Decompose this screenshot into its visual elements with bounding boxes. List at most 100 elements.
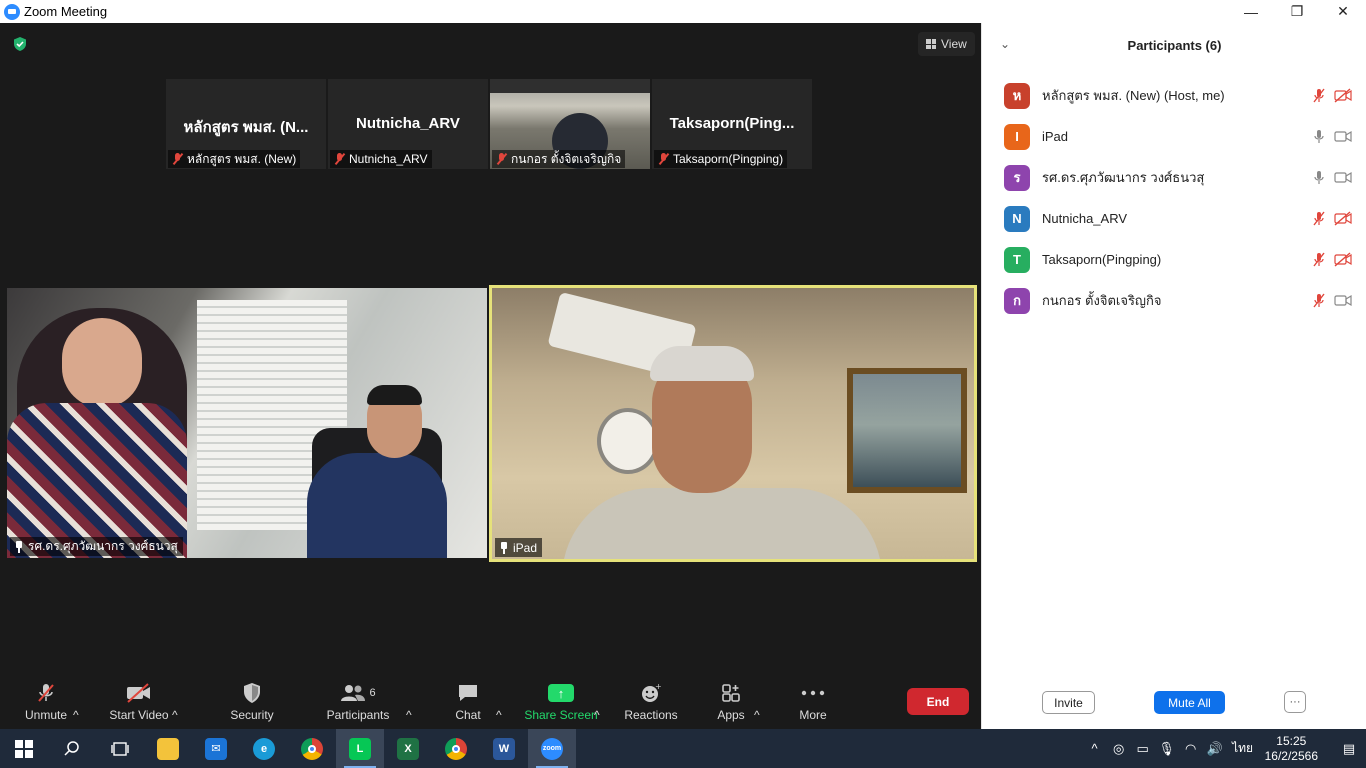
reactions-icon: + — [640, 682, 662, 704]
line-icon: L — [349, 737, 371, 760]
participant-row[interactable]: N Nutnicha_ARV — [982, 198, 1366, 239]
restore-button[interactable]: ❐ — [1274, 0, 1320, 23]
video-tile[interactable]: รศ.ดร.ศุภวัฒนากร วงศ์ธนวสุ — [7, 288, 487, 558]
tile-name-label: iPad — [495, 538, 543, 557]
battery-icon[interactable]: ▭ — [1131, 741, 1155, 757]
panel-more-button[interactable]: ··· — [1284, 691, 1306, 713]
show-hidden-icons-chevron[interactable]: ^ — [1083, 741, 1107, 756]
taskbar-mail[interactable]: ✉ — [192, 729, 240, 768]
share-options-caret[interactable]: ^ — [594, 676, 600, 729]
avatar: N — [1004, 205, 1030, 232]
close-button[interactable]: ✕ — [1320, 0, 1366, 23]
participant-thumbnail[interactable]: Nutnicha_ARV Nutnicha_ARV — [328, 79, 488, 169]
more-label: More — [799, 708, 827, 722]
taskbar-edge[interactable]: e — [240, 729, 288, 768]
participant-name: กนกอร ตั้งจิตเจริญกิจ — [1042, 293, 1162, 308]
apps-icon — [721, 682, 741, 704]
audio-options-caret[interactable]: ^ — [73, 676, 79, 729]
thumbnail-name-label: หลักสูตร พมส. (New) — [168, 150, 301, 168]
video-options-caret[interactable]: ^ — [172, 676, 178, 729]
search-button[interactable] — [48, 729, 96, 768]
thumbnail-label-text: หลักสูตร พมส. (New) — [187, 151, 297, 166]
mic-muted-icon[interactable] — [1312, 293, 1326, 308]
participant-row[interactable]: IiPad — [982, 116, 1366, 157]
video-scene-clock — [597, 408, 659, 474]
unmute-button[interactable]: Unmute — [22, 676, 70, 729]
taskbar-excel[interactable]: X — [384, 729, 432, 768]
meeting-area: View หลักสูตร พมส. (N... หลักสูตร พมส. (… — [0, 23, 981, 729]
window-title: Zoom Meeting — [24, 4, 108, 19]
thumbnail-display-name: Nutnicha_ARV — [356, 115, 460, 132]
mic-muted-icon[interactable] — [1312, 211, 1326, 226]
participants-button[interactable]: 6 Participants — [326, 676, 390, 729]
minimize-button[interactable]: — — [1228, 0, 1274, 23]
chat-options-caret[interactable]: ^ — [496, 676, 502, 729]
mic-muted-icon — [172, 153, 183, 165]
tile-name-label: รศ.ดร.ศุภวัฒนากร วงศ์ธนวสุ — [10, 537, 183, 556]
file-explorer-icon — [157, 737, 179, 760]
camera-off-icon[interactable] — [1334, 88, 1352, 103]
start-button[interactable] — [0, 729, 48, 768]
share-screen-button[interactable]: ↑ Share Screen — [524, 676, 598, 729]
microphone-icon[interactable]: 🎙 — [1155, 741, 1179, 757]
participants-icon: 6 — [340, 682, 376, 704]
taskbar-chrome[interactable] — [288, 729, 336, 768]
thumbnail-display-name: หลักสูตร พมส. (N... — [183, 119, 309, 136]
participants-options-caret[interactable]: ^ — [406, 676, 412, 729]
participant-name: หลักสูตร พมส. (New) (Host, me) — [1042, 88, 1225, 103]
participant-row[interactable]: T Taksaporn(Pingping) — [982, 239, 1366, 280]
mic-muted-icon — [496, 153, 507, 165]
thumbnail-strip: หลักสูตร พมส. (N... หลักสูตร พมส. (New) … — [166, 79, 812, 169]
end-meeting-button[interactable]: End — [907, 688, 969, 715]
language-indicator[interactable]: ไทย — [1227, 739, 1259, 758]
participant-row[interactable]: ร รศ.ดร.ศุภวัฒนากร วงศ์ธนวสุ — [982, 157, 1366, 198]
clock-date: 16/2/2566 — [1264, 748, 1318, 763]
camera-on-icon[interactable] — [1334, 129, 1352, 144]
mic-on-icon[interactable] — [1312, 129, 1326, 144]
participants-label: Participants — [326, 708, 390, 722]
participant-name: รศ.ดร.ศุภวัฒนากร วงศ์ธนวสุ — [1042, 170, 1205, 185]
participant-thumbnail-video[interactable]: กนกอร ตั้งจิตเจริญกิจ — [490, 79, 650, 169]
wifi-icon[interactable]: ◠ — [1179, 741, 1203, 757]
camera-off-icon[interactable] — [1334, 211, 1352, 226]
network-location-icon[interactable]: ◎ — [1107, 741, 1131, 757]
more-button[interactable]: More — [797, 676, 829, 729]
meeting-toolbar: Unmute ^ Start Video ^ Security 6 Partic… — [0, 676, 981, 729]
taskbar-zoom[interactable]: zoom — [528, 729, 576, 768]
invite-button[interactable]: Invite — [1042, 691, 1095, 714]
apps-options-caret[interactable]: ^ — [754, 676, 760, 729]
participant-row[interactable]: ก กนกอร ตั้งจิตเจริญกิจ — [982, 280, 1366, 321]
more-dots-icon — [801, 682, 825, 704]
video-off-icon — [126, 682, 152, 704]
taskbar-clock[interactable]: 15:25 16/2/2566 — [1265, 734, 1318, 764]
video-tile-active-speaker[interactable]: iPad — [489, 285, 977, 562]
participant-thumbnail[interactable]: หลักสูตร พมส. (N... หลักสูตร พมส. (New) — [166, 79, 326, 169]
participant-row[interactable]: ห หลักสูตร พมส. (New) (Host, me) — [982, 75, 1366, 116]
taskbar-word[interactable]: W — [480, 729, 528, 768]
taskbar-file-explorer[interactable] — [144, 729, 192, 768]
title-bar: Zoom Meeting — ❐ ✕ — [0, 0, 1366, 23]
mute-all-button[interactable]: Mute All — [1154, 691, 1225, 714]
camera-off-icon[interactable] — [1334, 252, 1352, 267]
view-button[interactable]: View — [918, 32, 975, 56]
mic-on-icon[interactable] — [1312, 170, 1326, 185]
start-video-button[interactable]: Start Video — [108, 676, 170, 729]
participant-thumbnail[interactable]: Taksaporn(Ping... Taksaporn(Pingping) — [652, 79, 812, 169]
camera-on-icon[interactable] — [1334, 293, 1352, 308]
apps-button[interactable]: Apps — [715, 676, 747, 729]
taskbar-chrome-2[interactable] — [432, 729, 480, 768]
reactions-button[interactable]: + Reactions — [624, 676, 678, 729]
camera-on-icon[interactable] — [1334, 170, 1352, 185]
mic-muted-icon[interactable] — [1312, 88, 1326, 103]
notifications-icon[interactable]: ▤ — [1332, 741, 1366, 757]
encryption-shield-icon[interactable] — [12, 36, 28, 52]
mic-muted-icon[interactable] — [1312, 252, 1326, 267]
task-view-button[interactable] — [96, 729, 144, 768]
taskbar-line[interactable]: L — [336, 729, 384, 768]
security-button[interactable]: Security — [230, 676, 274, 729]
volume-icon[interactable]: 🔊 — [1203, 741, 1227, 757]
share-screen-label: Share Screen — [524, 708, 598, 722]
chat-button[interactable]: Chat — [452, 676, 484, 729]
tile-name-text: รศ.ดร.ศุภวัฒนากร วงศ์ธนวสุ — [28, 539, 178, 553]
windows-taskbar: ✉ e L X W zoom ^ ◎ ▭ 🎙 ◠ 🔊 ไทย 15:25 16/… — [0, 729, 1366, 768]
